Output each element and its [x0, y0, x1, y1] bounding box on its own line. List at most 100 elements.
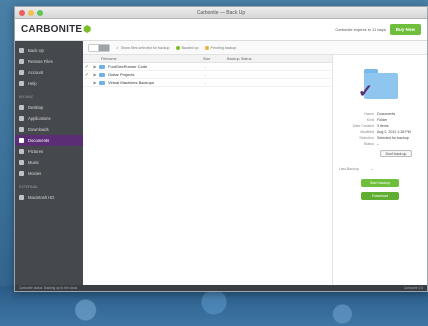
status-left: Carbonite status: Backing up to the clou… [19, 286, 78, 290]
sidebar-item-label: Restore Files [28, 59, 53, 64]
status-bar: Carbonite status: Backing up to the clou… [15, 285, 427, 291]
column-view-button[interactable] [99, 44, 109, 51]
backed-up-filter[interactable]: Backed up [175, 45, 199, 50]
download-button[interactable]: Download [361, 192, 399, 200]
desktop-wallpaper [0, 286, 428, 326]
sidebar-heading-external: EXTERNAL [19, 185, 38, 189]
row-check-icon[interactable]: ✓ [83, 72, 91, 78]
detail-key: Date Created [352, 124, 374, 128]
disclosure-triangle-icon[interactable]: ▶ [91, 64, 99, 69]
header-backup-status[interactable]: Backup Status [227, 57, 332, 61]
header-size[interactable]: Size [203, 57, 227, 61]
sidebar: Back Up Restore Files Account Help MY MA… [15, 41, 83, 285]
start-backup-button[interactable]: Start backup [361, 179, 399, 187]
large-folder-icon: ✓ [358, 67, 400, 101]
zoom-window-button[interactable] [37, 10, 43, 16]
downloads-icon [19, 127, 24, 132]
sidebar-item-back-up[interactable]: Back Up [15, 45, 83, 56]
folder-icon [99, 64, 105, 69]
main-split: Filename Size Backup Status ✓ ▶ FontGeeR… [83, 55, 427, 285]
sidebar-item-account[interactable]: Account [15, 67, 83, 78]
app-header: CARBONITE⬢ Carbonite expires in 11 days … [15, 19, 427, 41]
account-icon [19, 70, 24, 75]
header-actions: Carbonite expires in 11 days Buy Now [335, 24, 421, 35]
detail-row-status: Status -- [339, 141, 421, 147]
titlebar: Carbonite — Back Up [15, 7, 427, 19]
sidebar-item-help[interactable]: Help [15, 78, 83, 89]
table-row[interactable]: ✓ ▶ FontGeeRunner Code -- [83, 63, 332, 71]
detail-value: Aug 2, 2012 1:38 PM [377, 130, 411, 134]
logo-mark-icon: ⬢ [83, 24, 92, 34]
folder-icon [99, 72, 105, 77]
drive-icon [19, 195, 24, 200]
detail-key: Status [363, 142, 374, 146]
last-backup-row: Last Backup -- [339, 167, 421, 171]
sidebar-item-restore[interactable]: Restore Files [15, 56, 83, 67]
sidebar-heading-my-mac: MY MAC [19, 95, 34, 99]
detail-key: Selection [359, 136, 374, 140]
sidebar-item-label: Downloads [28, 127, 49, 132]
status-right: Carbonite 2.0 [403, 286, 423, 290]
detail-key: Kind [366, 118, 374, 122]
sidebar-item-music[interactable]: Music [15, 157, 83, 168]
disclosure-triangle-icon[interactable]: ▶ [91, 72, 99, 77]
documents-icon [19, 138, 24, 143]
sidebar-item-label: Music [28, 160, 39, 165]
sidebar-item-label: Pictures [28, 149, 44, 154]
close-window-button[interactable] [19, 10, 25, 16]
desktop-icon [19, 105, 24, 110]
row-size: -- [204, 72, 207, 77]
restore-icon [19, 59, 24, 64]
backup-check-icon: ✓ [358, 81, 374, 101]
music-icon [19, 160, 24, 165]
header-filename[interactable]: Filename [101, 57, 203, 61]
show-selected-label: Show files selected for backup [121, 45, 170, 50]
green-dot-icon [175, 45, 180, 50]
carbonite-logo: CARBONITE⬢ [21, 24, 91, 35]
sidebar-item-desktop[interactable]: Desktop [15, 102, 83, 113]
app-window: Carbonite — Back Up CARBONITE⬢ Carbonite… [14, 6, 428, 292]
detail-key: Modified [360, 130, 374, 134]
sidebar-item-label: Account [28, 70, 44, 75]
row-name: Virtual Machines Backups [108, 80, 154, 85]
view-toggle[interactable] [88, 43, 110, 52]
detail-pane: ✓ Name Documents Kind Folder Date Created 3… [333, 55, 427, 285]
detail-value: Folder [377, 118, 388, 122]
sidebar-item-label: Applications [28, 116, 51, 121]
sidebar-item-label: Desktop [28, 105, 44, 110]
buy-now-button[interactable]: Buy Now [389, 24, 421, 35]
detail-value: Selected for backup [377, 136, 409, 140]
sidebar-item-label: Movies [28, 171, 42, 176]
pictures-icon [19, 149, 24, 154]
check-icon: ✓ [116, 45, 120, 50]
sidebar-item-documents[interactable]: Documents [15, 135, 83, 146]
main-content: ✓ Show files selected for backup Backed u… [83, 41, 427, 285]
sidebar-item-label: Help [28, 81, 37, 86]
disclosure-triangle-icon[interactable]: ▶ [91, 80, 99, 85]
sidebar-item-macintosh-hd[interactable]: Macintosh HD [15, 192, 83, 203]
file-list: Filename Size Backup Status ✓ ▶ FontGeeR… [83, 55, 333, 285]
row-name: FontGeeRunner Code [108, 64, 148, 69]
row-check-icon[interactable]: ✓ [83, 64, 91, 70]
show-selected-link[interactable]: ✓ Show files selected for backup [116, 46, 170, 50]
app-body: Back Up Restore Files Account Help MY MA… [15, 41, 427, 285]
detail-value: -- [377, 142, 380, 146]
pending-filter[interactable]: Pending backup [204, 45, 237, 50]
sidebar-item-pictures[interactable]: Pictures [15, 146, 83, 157]
sidebar-item-downloads[interactable]: Downloads [15, 124, 83, 135]
toolbar: ✓ Show files selected for backup Backed u… [83, 41, 427, 55]
pending-label: Pending backup [210, 45, 237, 50]
sidebar-item-applications[interactable]: Applications [15, 113, 83, 124]
list-view-button[interactable] [89, 44, 99, 51]
table-row[interactable]: ✓ ▶ Guitar Projects -- [83, 71, 332, 79]
trial-text: Carbonite expires in 11 days [335, 27, 386, 32]
minimize-window-button[interactable] [28, 10, 34, 16]
window-title: Carbonite — Back Up [196, 10, 246, 16]
row-size: -- [204, 64, 207, 69]
dont-back-up-button[interactable]: Don't back up [380, 150, 412, 157]
folder-icon [99, 80, 105, 85]
row-size: -- [204, 80, 207, 85]
sidebar-item-movies[interactable]: Movies [15, 168, 83, 179]
yellow-dot-icon [204, 45, 209, 50]
table-row[interactable]: ▶ Virtual Machines Backups -- [83, 79, 332, 87]
